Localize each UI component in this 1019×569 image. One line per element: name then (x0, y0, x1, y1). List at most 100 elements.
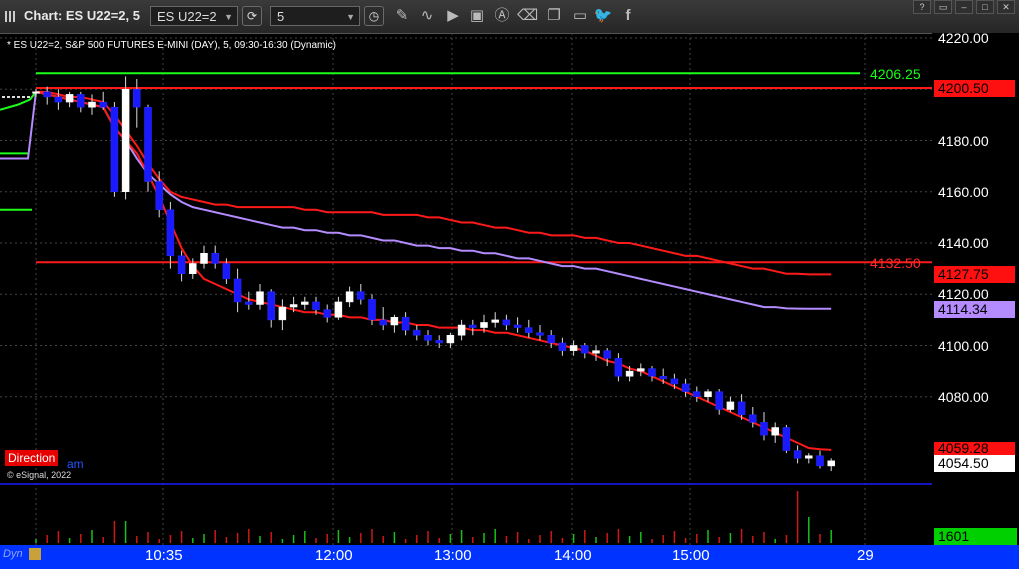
candle-body (480, 322, 488, 328)
candle-body (805, 455, 813, 459)
lower-band-line (35, 90, 832, 451)
red-mid-level-label: 4132.50 (870, 255, 921, 271)
squiggle-icon[interactable]: ∿ (417, 6, 437, 26)
x-tick-label: 13:00 (434, 547, 472, 564)
interval-value: 5 (277, 9, 285, 24)
candle-body (200, 253, 208, 264)
menu-icon[interactable]: ▭ (934, 0, 952, 14)
candle-body (245, 301, 253, 305)
candle-body (189, 263, 197, 274)
y-tick-label: 4140.00 (938, 235, 989, 251)
eraser-icon[interactable]: ⌫ (517, 6, 538, 26)
minimize-button[interactable]: – (955, 0, 973, 14)
candle-body (592, 350, 600, 354)
candle-body (390, 317, 399, 326)
y-tick-label: 4180.00 (938, 132, 989, 149)
window-icon (5, 11, 15, 22)
bookmark-icon[interactable]: ❐ (544, 6, 564, 26)
candle-body (693, 391, 701, 397)
twitter-icon[interactable]: 🐦 (593, 6, 613, 26)
candle-body (569, 345, 578, 351)
text-tool-icon[interactable]: ▣ (467, 6, 487, 26)
help-icon[interactable]: ? (913, 0, 931, 14)
candle-body (144, 106, 152, 182)
candle-body (625, 370, 634, 377)
candle-body (401, 317, 410, 331)
pencil-icon[interactable]: ✎ (392, 6, 412, 26)
candle-body (581, 345, 589, 354)
volume-bars (35, 491, 832, 543)
cycle-icon[interactable]: ⟳ (242, 6, 262, 26)
candle-body (222, 263, 231, 280)
y-tick-label: 4100.00 (938, 337, 989, 354)
clock-icon[interactable]: ◷ (364, 6, 384, 26)
candle-body (99, 101, 107, 108)
candle-body (816, 455, 824, 467)
candle-body (256, 291, 264, 305)
dynamic-label[interactable]: Dyn (3, 548, 23, 560)
price-chart[interactable] (0, 33, 932, 545)
title-bar: Chart: ES U22=2, 5 ES U22=2 ▼ ⟳ 5 ▼ ◷ ✎ … (0, 0, 1019, 34)
candle-body (133, 89, 141, 108)
candle-body (312, 301, 320, 310)
direction-badge[interactable]: Direction (5, 450, 59, 466)
candle-body (379, 319, 387, 326)
interval-input[interactable]: 5 ▼ (270, 6, 360, 26)
candle-body (155, 181, 163, 210)
symbol-value: ES U22=2 (157, 9, 217, 24)
vwap-tag: 4114.34 (934, 301, 1015, 318)
play-icon[interactable]: ▶ (443, 6, 463, 26)
maximize-button[interactable]: □ (976, 0, 994, 14)
candle-body (278, 306, 287, 321)
candle-body (177, 255, 186, 274)
candle-body (368, 299, 376, 321)
candle-body (659, 376, 667, 380)
candle-body (413, 329, 421, 336)
candle-body (267, 291, 275, 321)
candle-body (726, 401, 735, 410)
candle-body (502, 319, 511, 326)
candle-body (166, 209, 175, 257)
vwap-line (35, 90, 832, 310)
facebook-icon[interactable]: f (618, 6, 638, 26)
candle-body (301, 301, 309, 305)
candle-body (760, 422, 768, 436)
red-top-level-tag: 4200.50 (934, 80, 1015, 97)
lock-icon[interactable] (29, 548, 41, 560)
candle-body (614, 358, 623, 377)
premarket-vwap-line (0, 91, 37, 160)
candle-body (771, 427, 779, 436)
candle-body (121, 89, 130, 192)
comment-icon[interactable]: ▭ (570, 6, 590, 26)
chevron-down-icon[interactable]: ▼ (224, 7, 233, 27)
candle-body (737, 401, 746, 415)
premarket-green-line (0, 91, 37, 111)
x-tick-label: 15:00 (672, 547, 710, 564)
y-tick-label: 4120.00 (938, 286, 989, 303)
candle-body (289, 304, 298, 308)
candle-body (782, 427, 791, 451)
candle-body (88, 101, 96, 108)
candle-body (681, 383, 690, 392)
y-tick-label: 4160.00 (938, 183, 989, 200)
close-button[interactable]: ✕ (997, 0, 1015, 14)
chart-subtitle: * ES U22=2, S&P 500 FUTURES E-MINI (DAY)… (7, 40, 336, 51)
candle-body (446, 335, 455, 344)
candle-body (648, 368, 656, 377)
y-tick-label: 4080.00 (938, 388, 989, 405)
symbol-input[interactable]: ES U22=2 ▼ (150, 6, 238, 26)
chevron-down-icon[interactable]: ▼ (346, 7, 355, 27)
lower-band-tag: 4059.28 (934, 442, 1015, 455)
candle-body (513, 324, 522, 328)
direction-suffix: am (67, 457, 84, 471)
candle-body (715, 391, 723, 410)
candle-body (435, 340, 443, 344)
candle-body (793, 450, 802, 459)
window-title: Chart: ES U22=2, 5 (24, 8, 140, 23)
candle-body (334, 301, 343, 318)
candle-body (536, 332, 544, 336)
letter-a-icon[interactable]: Ⓐ (492, 6, 512, 26)
candle-body (110, 106, 119, 192)
candle-body (469, 324, 477, 328)
candle-body (749, 414, 757, 423)
